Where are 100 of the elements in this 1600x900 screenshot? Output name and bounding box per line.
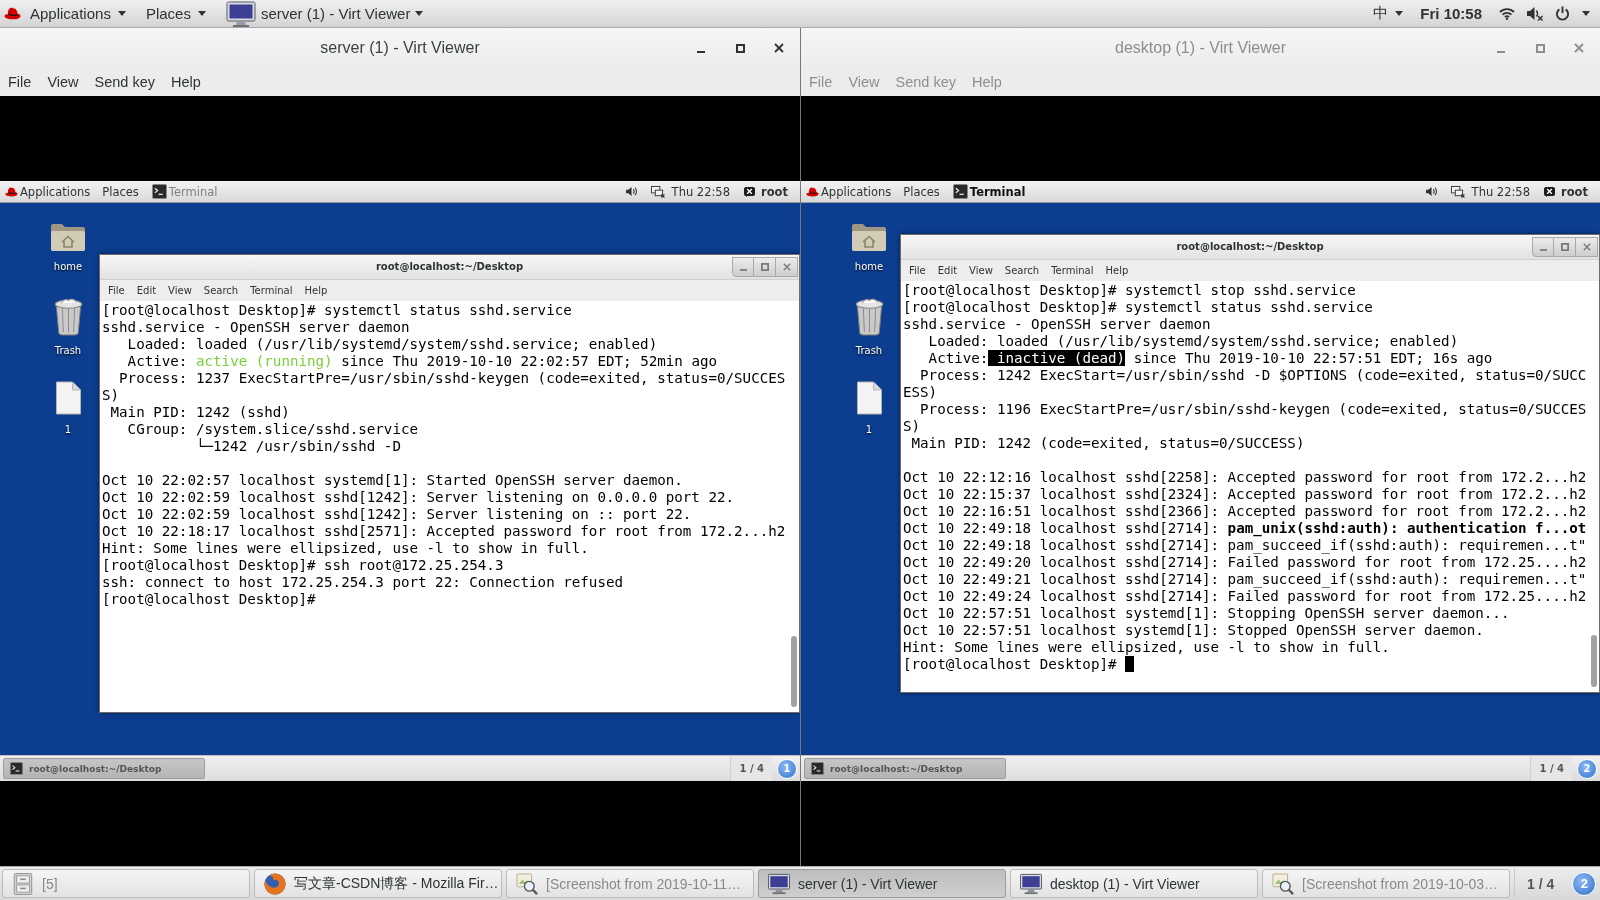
window-title: root@localhost:~/Desktop [375, 260, 524, 274]
trash-icon[interactable] [853, 297, 885, 336]
speaker-icon [1425, 186, 1438, 197]
user-menu[interactable]: root [744, 184, 788, 199]
terminal-line: [root@localhost Desktop]# ssh root@172.25.254.3 [102, 557, 504, 573]
terminal-line: └─1242 /usr/sbin/sshd -D [194, 438, 401, 454]
terminal-line: Oct 10 22:49:18 localhost sshd[2714]: pam_succeed_if(sshd:auth): requiremen...t" [903, 537, 1587, 553]
terminal-line: Oct 10 22:49:18 localhost sshd[2714]: pam_unix(sshd:auth): authentication f...ot [903, 520, 1587, 536]
terminal-line: [root@localhost Desktop]# [903, 656, 1117, 672]
task-button[interactable]: root@localhost:~/Desktop [3, 758, 205, 779]
terminal-icon [151, 184, 167, 199]
close-icon [1582, 243, 1591, 251]
input-method-menu[interactable]: 中 [1363, 0, 1414, 27]
top-bar-menu[interactable]: Places [135, 0, 216, 27]
menu-item[interactable]: View [162, 285, 198, 296]
terminal-line: Loaded: loaded (/usr/lib/systemd/system/sshd.service; enabled) [126, 336, 658, 352]
close-icon [1574, 43, 1584, 53]
menu-item[interactable]: Help [1099, 265, 1135, 276]
task-button[interactable]: 写文章-CSDN博客 - Mozilla Fir… [254, 869, 502, 898]
icon-label[interactable]: Trash [54, 344, 82, 357]
workspace-indicator[interactable]: 1 / 4 [730, 756, 772, 781]
panel-menu[interactable]: Applications [18, 181, 97, 202]
terminal-line: Loaded: loaded (/usr/lib/systemd/system/sshd.service; enabled) [927, 333, 1459, 349]
task-button[interactable]: desktop (1) - Virt Viewer [1010, 869, 1258, 898]
terminal-line: Hint: Some lines were ellipsized, use -l to show in full. [102, 540, 589, 556]
terminal-line: Active: active (running) since Thu 2019-10-10 22:02:57 EDT; 52min ago [126, 353, 717, 369]
menu-item[interactable]: Edit [130, 285, 163, 296]
minimize-icon [739, 268, 747, 271]
picture-magnifier-icon [516, 872, 538, 895]
clock[interactable]: Thu 22:58 [671, 184, 730, 199]
network-icon [1450, 185, 1465, 198]
clock[interactable]: Thu 22:58 [1471, 184, 1530, 199]
file-icon[interactable] [54, 381, 82, 415]
terminal-line: Oct 10 22:49:21 localhost sshd[2714]: pam_succeed_if(sshd:auth): requiremen...t" [903, 571, 1587, 587]
menu-item[interactable]: Search [998, 265, 1046, 276]
terminal-line: Oct 10 22:12:16 localhost sshd[2258]: Accepted password for root from 172.2...h2 [903, 469, 1587, 485]
caret-icon [1395, 11, 1404, 16]
hat-icon [806, 186, 819, 197]
menu-item[interactable]: Terminal [1045, 265, 1100, 276]
terminal-line: Oct 10 22:02:59 localhost sshd[1242]: Server listening on 0.0.0.0 port 22. [102, 489, 735, 505]
terminal-line: Main PID: 1242 (sshd) [109, 404, 290, 420]
minimize-icon [697, 51, 705, 53]
menu-item[interactable]: Help [163, 74, 209, 90]
terminal-icon [810, 762, 825, 775]
workspace-indicator[interactable]: 1 / 4 [1514, 869, 1567, 898]
top-bar-menu[interactable]: Applications [21, 0, 136, 27]
file-icon[interactable] [855, 381, 883, 415]
user-menu[interactable]: root [1544, 184, 1588, 199]
picture-magnifier-icon [1272, 872, 1294, 895]
workspace-indicator[interactable]: 1 / 4 [1530, 756, 1572, 781]
power-icon [1555, 6, 1570, 21]
terminal-line: Process: 1196 ExecStartPre=/usr/sbin/sshd-keygen (code=exited, status=0/SUCCES [919, 401, 1587, 417]
scrollbar-thumb[interactable] [791, 636, 797, 707]
trash-icon[interactable] [52, 297, 84, 336]
menu-item[interactable]: Search [197, 285, 245, 296]
task-button[interactable]: server (1) - Virt Viewer [758, 869, 1006, 898]
terminal-line: ssh: connect to host 172.25.254.3 port 22: Connection refused [102, 574, 624, 590]
terminal-line: Active: inactive (dead) since Thu 2019-10-10 22:57:51 EDT; 16s ago [927, 350, 1493, 366]
terminal-line: Oct 10 22:57:51 localhost systemd[1]: Stopping OpenSSH server daemon... [903, 605, 1510, 621]
terminal-line: Process: 1237 ExecStartPre=/usr/sbin/sshd-keygen (code=exited, status=0/SUCCES [118, 370, 786, 386]
monitor-icon [1020, 872, 1042, 895]
terminal-line: Oct 10 22:02:59 localhost sshd[1242]: Server listening on :: port 22. [102, 506, 692, 522]
panel-menu[interactable]: Places [96, 181, 145, 202]
home-folder-icon[interactable] [851, 222, 887, 252]
icon-label[interactable]: home [53, 260, 83, 273]
menu-item[interactable]: View [963, 265, 999, 276]
maximize-icon [1560, 243, 1569, 251]
terminal-line: Main PID: 1242 (code=exited, status=0/SUCCESS) [910, 435, 1305, 451]
terminal-line: [root@localhost Desktop]# systemctl stop sshd.service [903, 282, 1356, 298]
menu-item[interactable]: Terminal [244, 285, 299, 296]
icon-label[interactable]: home [854, 260, 884, 273]
menu-item[interactable]: File [903, 265, 932, 276]
panel-menu[interactable]: Applications [819, 181, 898, 202]
menu-item[interactable]: File [0, 74, 40, 90]
panel-menu[interactable]: Places [897, 181, 946, 202]
terminal-line: S) [903, 418, 921, 434]
home-folder-icon[interactable] [50, 222, 86, 252]
icon-label[interactable]: Trash [855, 344, 883, 357]
menu-item[interactable]: Send key [86, 74, 163, 90]
hat-icon [4, 7, 21, 20]
window-menu[interactable]: server (1) - Virt Viewer [215, 0, 434, 27]
monitor-icon [768, 872, 790, 895]
menu-item[interactable]: File [102, 285, 131, 296]
close-icon [782, 263, 791, 271]
terminal-icon [952, 184, 968, 199]
maximize-icon [1535, 43, 1545, 53]
menu-item[interactable]: Edit [931, 265, 964, 276]
globe-icon [264, 872, 286, 895]
clock[interactable]: Fri 10:58 [1413, 0, 1489, 27]
scrollbar-thumb[interactable] [1591, 635, 1597, 687]
task-button[interactable]: Terminal [952, 181, 1032, 202]
terminal-line: sshd.service - OpenSSH server daemon [903, 316, 1211, 332]
terminal-line: ESS) [903, 384, 938, 400]
icon-label[interactable]: 1 [865, 423, 873, 436]
terminal-line: S) [102, 387, 120, 403]
menu-item[interactable]: Help [298, 285, 334, 296]
menu-item[interactable]: View [39, 74, 87, 90]
task-button[interactable]: root@localhost:~/Desktop [804, 758, 1006, 779]
icon-label[interactable]: 1 [64, 423, 72, 436]
window-title: root@localhost:~/Desktop [1176, 240, 1324, 254]
